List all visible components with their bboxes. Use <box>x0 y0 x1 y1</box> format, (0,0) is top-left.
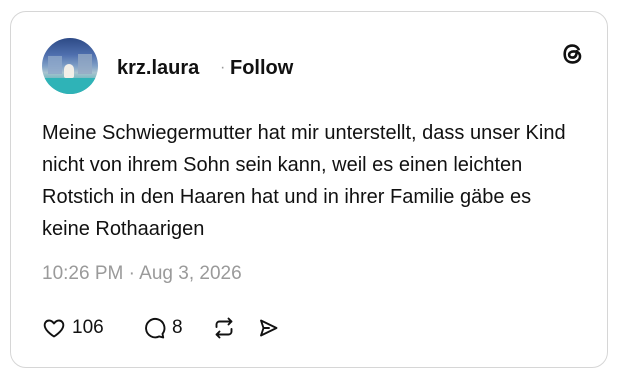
follow-button[interactable]: Follow <box>230 56 293 80</box>
send-icon <box>260 319 278 337</box>
reply-count: 8 <box>172 317 183 338</box>
like-button[interactable]: 106 <box>42 314 122 342</box>
threads-logo-icon[interactable] <box>559 40 587 68</box>
heart-icon <box>43 319 65 338</box>
repost-button[interactable] <box>212 314 238 342</box>
repost-icon <box>215 317 233 339</box>
share-button[interactable] <box>256 314 282 342</box>
post-timestamp: 10:26 PM · Aug 3, 2026 <box>42 263 242 284</box>
post-text: Meine Schwiegermutter hat mir unterstell… <box>42 122 566 240</box>
reply-button[interactable]: 8 <box>142 314 192 342</box>
post-card: krz.laura · Follow Meine Schwiegermutter… <box>10 11 608 368</box>
username[interactable]: krz.laura <box>117 56 199 80</box>
avatar[interactable] <box>42 38 98 94</box>
speech-bubble-icon <box>145 318 166 339</box>
separator-dot: · <box>220 59 226 76</box>
like-count: 106 <box>72 317 104 338</box>
